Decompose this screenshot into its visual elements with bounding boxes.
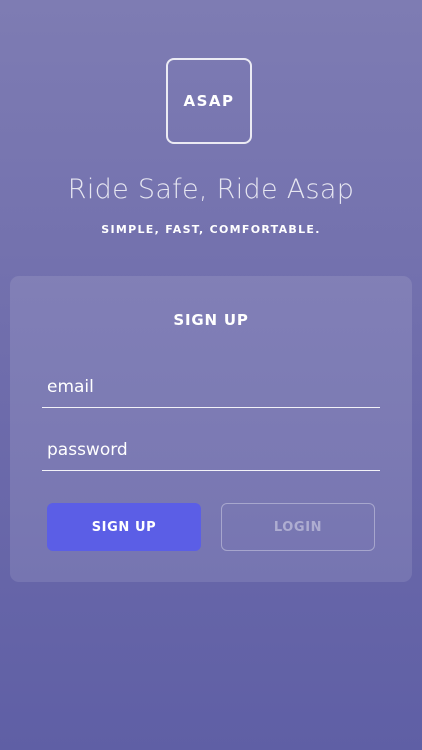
signup-card: SIGN UP SIGN UP LOGIN [10,276,412,582]
signup-button[interactable]: SIGN UP [47,503,201,551]
app-subtagline: SIMPLE, FAST, COMFORTABLE. [101,223,321,236]
app-logo: ASAP [166,58,252,144]
email-input[interactable] [42,366,380,408]
app-tagline: Ride Safe, Ride Asap [67,174,355,205]
form-title: SIGN UP [173,311,249,329]
logo-text: ASAP [183,92,235,110]
signup-button-label: SIGN UP [91,519,157,535]
login-button[interactable]: LOGIN [221,503,375,551]
password-input[interactable] [42,429,380,471]
login-button-label: LOGIN [273,519,323,535]
